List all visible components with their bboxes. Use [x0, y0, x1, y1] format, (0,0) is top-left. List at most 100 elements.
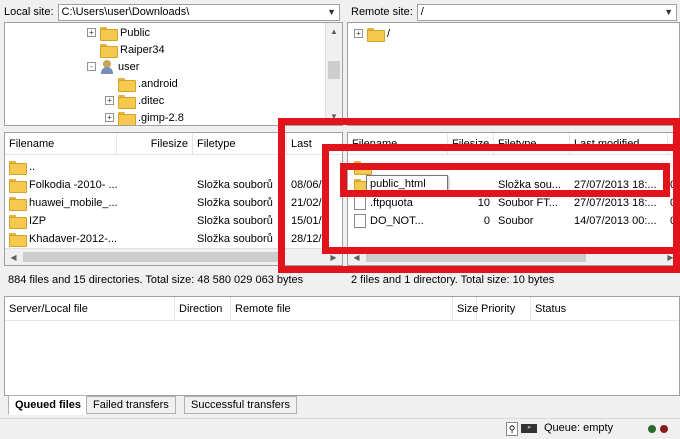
scroll-up-icon[interactable]: ▲ — [326, 23, 342, 40]
file-icon — [354, 214, 366, 228]
expand-icon[interactable]: + — [354, 29, 363, 38]
file-type: Soubor — [498, 215, 534, 227]
table-row[interactable]: huawei_mobile_... Složka souborů 21/02/2 — [5, 194, 342, 212]
remote-dir-tree[interactable]: + / — [347, 22, 680, 126]
table-row[interactable]: DO_NOT... 0 Soubor 14/07/2013 00:... 06 — [348, 212, 679, 230]
col-filetype[interactable]: Filetype — [494, 133, 570, 155]
collapse-icon[interactable]: - — [87, 62, 96, 71]
col-status[interactable]: Status — [531, 297, 679, 321]
file-type: Složka sou... — [498, 179, 561, 191]
scroll-right-icon[interactable]: ▶ — [662, 249, 679, 265]
queue-tabs: Queued files Failed transfers Successful… — [0, 395, 680, 416]
folder-icon — [100, 43, 118, 58]
file-size: 0 — [483, 215, 490, 227]
col-last-modified[interactable]: Last modified — [570, 133, 668, 155]
expand-icon[interactable]: + — [105, 96, 114, 105]
local-site-bar: Local site: C:\Users\user\Downloads\ ▼ — [0, 1, 343, 23]
scroll-thumb[interactable] — [23, 252, 283, 262]
col-filesize[interactable]: Filesize — [117, 133, 193, 155]
folder-icon — [9, 161, 27, 175]
remote-tree-label: / — [387, 27, 391, 40]
local-tree-item[interactable]: Raiper34 — [87, 41, 165, 58]
table-row[interactable]: .. — [348, 158, 679, 176]
col-permissions[interactable]: Pe — [668, 133, 679, 155]
local-tree-label: .android — [138, 77, 178, 90]
table-row[interactable]: Folkodia -2010- ... Složka souborů 08/06/2 — [5, 176, 342, 194]
file-icon — [354, 196, 366, 210]
expand-icon[interactable]: + — [87, 28, 96, 37]
local-dir-tree[interactable]: + Public Raiper34 - user .android + .ditec + .gim… — [4, 22, 343, 126]
file-perm: 0 — [670, 179, 677, 191]
file-name: Khadaver-2012-... — [29, 233, 117, 245]
scroll-thumb[interactable] — [366, 252, 586, 262]
remote-path-value: / — [420, 6, 424, 18]
file-date: 27/07/2013 18:... — [574, 179, 657, 191]
local-tree-item[interactable]: + Public — [87, 24, 150, 41]
col-filename[interactable]: Filename — [348, 133, 448, 155]
file-name: Folkodia -2010- ... — [29, 179, 117, 191]
table-row[interactable]: IZP Složka souborů 15/01/2 — [5, 212, 342, 230]
local-tree-label: .gimp-2.8 — [138, 111, 184, 124]
local-tree-item[interactable]: + .ditec — [105, 92, 164, 109]
col-last[interactable]: Last — [287, 133, 342, 155]
col-filetype[interactable]: Filetype — [193, 133, 287, 155]
expand-icon[interactable]: + — [105, 113, 114, 122]
remote-file-list[interactable]: Filename Filesize Filetype Last modified… — [347, 132, 680, 266]
table-row[interactable]: .. — [5, 158, 342, 176]
remote-path-combo[interactable]: / ▼ — [416, 3, 677, 21]
scroll-left-icon[interactable]: ◀ — [348, 249, 365, 265]
scroll-right-icon[interactable]: ▶ — [325, 249, 342, 265]
folder-icon — [118, 94, 136, 109]
local-path-combo[interactable]: C:\Users\user\Downloads\ ▼ — [57, 3, 340, 21]
file-date: 28/12/2 — [291, 233, 328, 245]
file-date: 27/07/2013 18:... — [574, 197, 657, 209]
scroll-down-icon[interactable]: ▼ — [326, 108, 342, 125]
file-perm: 0 — [670, 197, 677, 209]
user-folder-icon — [100, 59, 114, 74]
folder-icon — [9, 179, 27, 193]
scroll-thumb[interactable] — [328, 61, 340, 79]
table-row[interactable]: .ftpquota 10 Soubor FT... 27/07/2013 18:...… — [348, 194, 679, 212]
file-type: Složka souborů — [197, 215, 273, 227]
folder-icon — [9, 215, 27, 229]
status-bar: ⚲ » Queue: empty — [0, 418, 680, 439]
tab-queued-files[interactable]: Queued files — [8, 395, 89, 415]
local-site-label: Local site: — [4, 6, 54, 18]
remote-list-hscroll[interactable]: ◀ ▶ — [348, 248, 679, 265]
local-tree-item[interactable]: + .gimp-2.8 — [105, 109, 184, 125]
filename-tooltip: public_html — [366, 175, 448, 193]
file-name: huawei_mobile_... — [29, 197, 117, 209]
chevron-down-icon[interactable]: ▼ — [325, 5, 339, 20]
folder-icon — [367, 27, 385, 42]
folder-icon — [9, 233, 27, 247]
local-tree-scrollbar[interactable]: ▲ ▼ — [325, 23, 342, 125]
local-tree-item[interactable]: - user — [87, 58, 139, 75]
local-file-list[interactable]: Filename Filesize Filetype Last .. Folkod… — [4, 132, 343, 266]
file-date: 14/07/2013 00:... — [574, 215, 657, 227]
tab-failed-transfers[interactable]: Failed transfers — [86, 396, 176, 414]
col-direction[interactable]: Direction — [175, 297, 231, 321]
table-row[interactable]: Khadaver-2012-... Složka souborů 28/12/2 — [5, 230, 342, 248]
col-filename[interactable]: Filename — [5, 133, 117, 155]
col-priority[interactable]: Priority — [477, 297, 531, 321]
remote-list-header: Filename Filesize Filetype Last modified… — [348, 133, 679, 155]
col-size[interactable]: Size — [453, 297, 478, 321]
remote-tree-root[interactable]: + / — [354, 25, 390, 42]
col-server-local-file[interactable]: Server/Local file — [5, 297, 175, 321]
col-remote-file[interactable]: Remote file — [231, 297, 453, 321]
col-filesize[interactable]: Filesize — [448, 133, 494, 155]
upload-led-icon — [648, 425, 656, 433]
scroll-left-icon[interactable]: ◀ — [5, 249, 22, 265]
local-tree-item[interactable]: .android — [105, 75, 178, 92]
file-type: Složka souborů — [197, 179, 273, 191]
tab-successful-transfers[interactable]: Successful transfers — [184, 396, 298, 414]
transfer-queue[interactable]: Server/Local file Direction Remote file … — [4, 296, 680, 396]
file-name: .. — [29, 161, 36, 173]
local-path-value: C:\Users\user\Downloads\ — [61, 6, 190, 18]
speed-limit-icon[interactable]: » — [521, 424, 537, 433]
filter-icon[interactable]: ⚲ — [506, 422, 518, 436]
chevron-down-icon[interactable]: ▼ — [662, 5, 676, 20]
folder-icon — [9, 197, 27, 211]
local-list-hscroll[interactable]: ◀ ▶ — [5, 248, 342, 265]
file-type: Složka souborů — [197, 233, 273, 245]
